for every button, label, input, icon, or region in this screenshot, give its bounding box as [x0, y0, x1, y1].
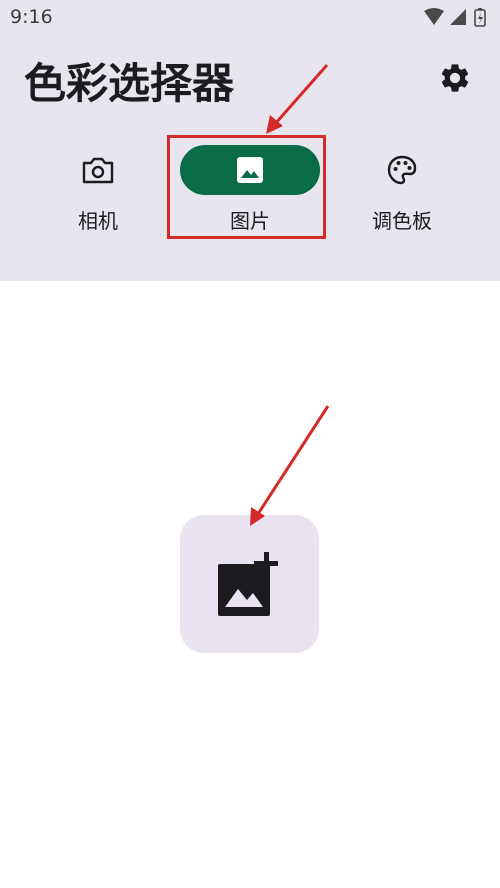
palette-icon	[387, 155, 417, 185]
top-app-area: 9:16 色彩选择器 相机 图片 调色板	[0, 0, 500, 281]
signal-icon	[450, 9, 466, 25]
tab-palette-label: 调色板	[372, 209, 432, 233]
annotation-highlight-box	[167, 135, 326, 239]
gear-icon	[441, 64, 469, 92]
camera-icon	[82, 157, 114, 184]
wifi-icon	[424, 8, 444, 25]
status-time: 9:16	[10, 6, 53, 28]
tab-palette-pill	[332, 145, 472, 195]
battery-icon	[474, 8, 486, 27]
add-photo-icon	[217, 552, 278, 616]
status-bar: 9:16	[0, 0, 500, 34]
status-icons	[422, 7, 492, 33]
arrow-to-add-image	[250, 405, 330, 526]
tab-camera-pill	[28, 145, 168, 195]
add-image-button[interactable]	[180, 515, 319, 653]
tab-camera[interactable]: 相机	[28, 145, 168, 245]
page-title: 色彩选择器	[24, 59, 235, 108]
tab-palette[interactable]: 调色板	[332, 145, 472, 245]
tab-camera-label: 相机	[78, 209, 118, 233]
settings-button[interactable]	[437, 60, 473, 96]
